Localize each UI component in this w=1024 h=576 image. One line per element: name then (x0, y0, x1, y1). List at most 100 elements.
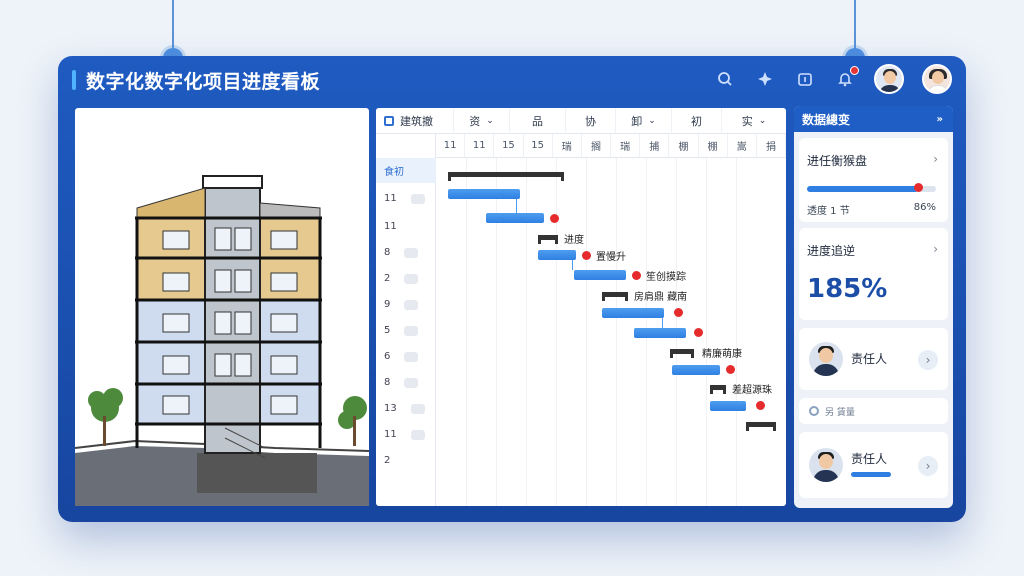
building-section-drawing (74, 175, 370, 506)
summary-bar[interactable] (710, 385, 726, 394)
chevron-right-icon[interactable]: › (918, 350, 938, 370)
progress-label: 透度 1 节 (807, 206, 850, 217)
toolbar-project-select[interactable]: 建筑撤 (376, 108, 454, 134)
task-row[interactable]: 8 (376, 370, 436, 395)
gantt-date-header: 11 11 15 15 瑞 搁 瑞 捕 棚 棚 嵩 捐 (436, 134, 786, 158)
owner-status-bar (851, 472, 891, 477)
task-row[interactable]: 2 (376, 266, 436, 291)
owner-role: 责任人 (851, 452, 888, 466)
milestone-marker[interactable] (726, 365, 735, 374)
chevron-down-icon: ⌄ (758, 116, 767, 126)
calendar-icon[interactable] (794, 68, 816, 90)
panel-header: 数据總变 » (794, 106, 953, 132)
date-cell: 棚 (699, 134, 728, 157)
sparkle-icon[interactable] (754, 68, 776, 90)
card-title: 进任衡猴盘 (807, 154, 868, 168)
task-bar[interactable] (710, 401, 746, 411)
task-bar[interactable] (486, 213, 544, 223)
building-section-panel (74, 108, 370, 506)
summary-bar[interactable] (538, 235, 558, 244)
tag-card[interactable]: 另 賃量 (799, 398, 948, 424)
title-accent (72, 70, 76, 90)
task-chip (404, 247, 419, 258)
task-bar[interactable] (634, 328, 686, 338)
search-icon[interactable] (714, 68, 736, 90)
bell-icon[interactable] (834, 66, 859, 90)
summary-bar[interactable] (448, 172, 564, 181)
task-row[interactable]: 8 (376, 240, 436, 265)
task-row[interactable]: 2 (376, 448, 436, 473)
task-chip (404, 299, 419, 310)
date-cell: 捕 (640, 134, 670, 157)
chevron-right-icon: › (933, 152, 938, 166)
trend-value: 185% (807, 274, 888, 304)
task-bar[interactable] (602, 308, 664, 318)
summary-bar[interactable] (670, 349, 694, 358)
date-cell: 15 (494, 134, 524, 157)
milestone-marker[interactable] (632, 271, 641, 280)
collapse-icon[interactable]: » (937, 114, 943, 125)
task-label: 置慢升 (596, 252, 626, 263)
tag-label: 另 賃量 (825, 407, 855, 418)
milestone-marker[interactable] (694, 328, 703, 337)
task-chip (410, 429, 425, 440)
owner-card-2[interactable]: 责任人 › (799, 432, 948, 498)
task-row[interactable]: 13 (376, 396, 436, 421)
milestone-marker[interactable] (674, 308, 683, 317)
gantt-task-column: 食初 11 11 8 2 9 5 6 8 13 11 2 (376, 134, 436, 506)
toolbar-filter-3[interactable]: 协 (566, 108, 616, 134)
task-bar[interactable] (672, 365, 720, 375)
date-cell: 棚 (669, 134, 699, 157)
progress-value: 86% (913, 202, 936, 213)
card-title: 进度追逆 (807, 244, 856, 258)
task-bar[interactable] (448, 189, 520, 199)
date-cell: 15 (524, 134, 553, 157)
chevron-down-icon: ⌄ (486, 116, 494, 126)
task-label: 差超源珠 (732, 385, 772, 396)
toolbar-filter-1[interactable]: 资 ⌄ (454, 108, 510, 134)
task-chip (410, 193, 425, 204)
avatar-user[interactable] (922, 64, 952, 94)
chevron-right-icon[interactable]: › (918, 456, 938, 476)
task-bar[interactable] (538, 250, 576, 260)
toolbar-filter-4[interactable]: 卸 ⌄ (616, 108, 672, 134)
task-chip (410, 403, 425, 414)
task-chip (404, 377, 419, 388)
panel-title: 数据總变 (802, 112, 851, 127)
task-row[interactable]: 9 (376, 292, 436, 317)
task-row[interactable]: 5 (376, 318, 436, 343)
toolbar-filter-2[interactable]: 品 (510, 108, 566, 134)
task-chip (404, 273, 419, 284)
gantt-chart-panel: 建筑撤 资 ⌄ 品 协 卸 ⌄ 初 实 ⌄ 11 11 15 15 瑞 搁 瑞 捕 棚… (376, 108, 786, 506)
task-bar[interactable] (574, 270, 626, 280)
task-label: 精廉萌康 (702, 349, 742, 360)
toolbar-filter-5[interactable]: 初 (672, 108, 722, 134)
data-summary-panel: 数据總变 » 进任衡猴盘 › 透度 1 节 86% 进度追逆 › 185% 责任… (794, 106, 953, 508)
progress-marker (913, 183, 923, 192)
task-label: 笙创摸踪 (646, 272, 686, 283)
task-row[interactable]: 11 (376, 214, 436, 239)
hanging-cable-left (172, 0, 174, 50)
summary-bar[interactable] (602, 292, 628, 301)
progress-card[interactable]: 进任衡猴盘 › 透度 1 节 86% (799, 138, 948, 222)
task-row[interactable]: 11 (376, 422, 436, 447)
toolbar-filter-6[interactable]: 实 ⌄ (722, 108, 786, 134)
trend-card[interactable]: 进度追逆 › 185% (799, 228, 948, 320)
milestone-marker[interactable] (756, 401, 765, 410)
date-cell: 嵩 (728, 134, 757, 157)
avatar[interactable] (874, 64, 904, 94)
milestone-marker[interactable] (582, 251, 591, 260)
milestone-marker[interactable] (550, 214, 559, 223)
avatar (809, 342, 843, 376)
task-row[interactable]: 11 (376, 186, 436, 211)
date-cell: 11 (465, 134, 495, 157)
task-label: 进度 (564, 235, 584, 246)
task-row[interactable]: 食初 (376, 158, 436, 183)
task-row[interactable]: 6 (376, 344, 436, 369)
task-chip (404, 351, 419, 362)
tag-icon (809, 406, 819, 416)
owner-card[interactable]: 责任人 › (799, 328, 948, 390)
date-cell: 捐 (757, 134, 786, 157)
summary-bar[interactable] (746, 422, 776, 431)
date-cell: 搁 (582, 134, 612, 157)
